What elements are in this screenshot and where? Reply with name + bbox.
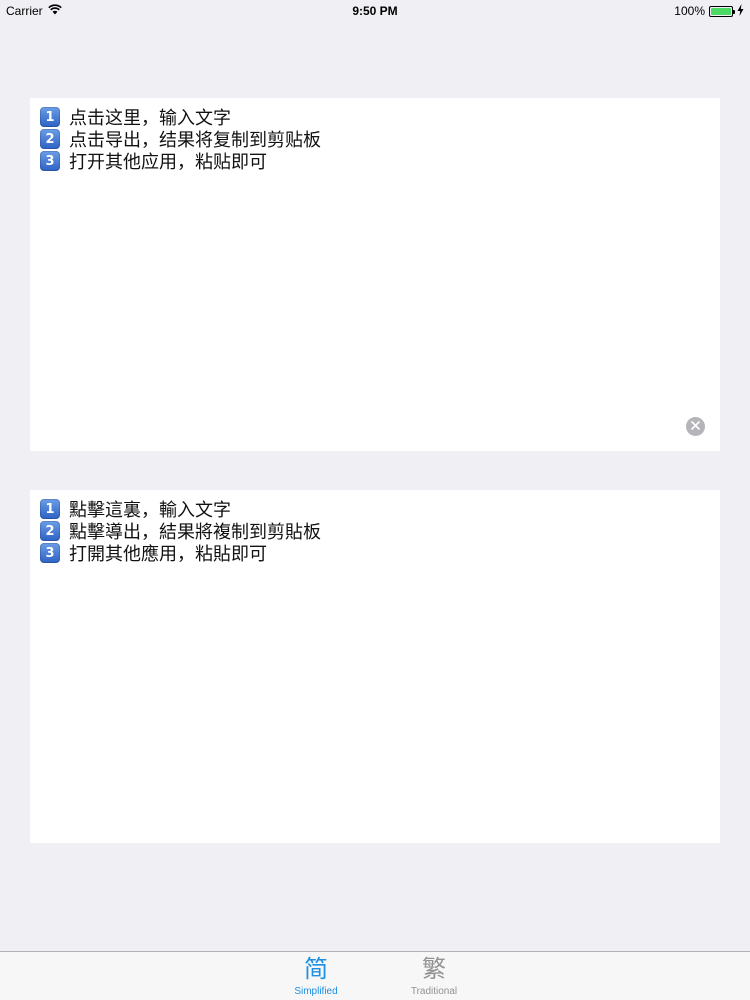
simplified-line-3: 3 打开其他应用，粘贴即可 [40, 150, 710, 173]
close-icon [691, 420, 700, 433]
status-left: Carrier [6, 4, 62, 18]
tab-traditional[interactable]: 繁 Traditional [398, 952, 470, 1000]
battery-icon [709, 5, 735, 17]
simplified-line-text: 打开其他应用，粘贴即可 [69, 152, 267, 173]
traditional-line-text: 打開其他應用，粘貼即可 [69, 544, 267, 565]
battery-percent: 100% [674, 4, 705, 18]
simplified-char-icon: 简 [304, 955, 328, 983]
status-time: 9:50 PM [352, 4, 398, 18]
status-right: 100% [674, 3, 744, 19]
keycap-one-icon: 1 [40, 499, 60, 519]
clear-text-button[interactable] [686, 417, 705, 436]
tab-traditional-label: Traditional [410, 986, 458, 997]
keycap-two-icon: 2 [40, 129, 60, 149]
tab-bar: 简 Simplified 繁 Traditional [0, 951, 750, 1000]
charging-icon [737, 3, 744, 19]
simplified-line-2: 2 点击导出，结果将复制到剪贴板 [40, 128, 710, 151]
status-bar: Carrier 9:50 PM 100% [0, 0, 750, 22]
simplified-line-1: 1 点击这里，输入文字 [40, 106, 710, 129]
traditional-line-3: 3 打開其他應用，粘貼即可 [40, 542, 710, 565]
keycap-three-icon: 3 [40, 543, 60, 563]
traditional-char-icon: 繁 [422, 955, 446, 983]
wifi-icon [47, 4, 62, 18]
traditional-text-view[interactable]: 1 點擊這裏，輸入文字 2 點擊導出，結果將複制到剪貼板 3 打開其他應用，粘貼… [30, 490, 720, 843]
keycap-two-icon: 2 [40, 521, 60, 541]
traditional-line-1: 1 點擊這裏，輸入文字 [40, 498, 710, 521]
traditional-line-2: 2 點擊導出，結果將複制到剪貼板 [40, 520, 710, 543]
battery-fill [711, 7, 731, 15]
simplified-text-view[interactable]: 1 点击这里，输入文字 2 点击导出，结果将复制到剪贴板 3 打开其他应用，粘贴… [30, 98, 720, 451]
keycap-one-icon: 1 [40, 107, 60, 127]
tab-simplified[interactable]: 简 Simplified [280, 952, 352, 1000]
carrier-label: Carrier [6, 4, 43, 18]
tab-simplified-label: Simplified [294, 986, 338, 997]
keycap-three-icon: 3 [40, 151, 60, 171]
